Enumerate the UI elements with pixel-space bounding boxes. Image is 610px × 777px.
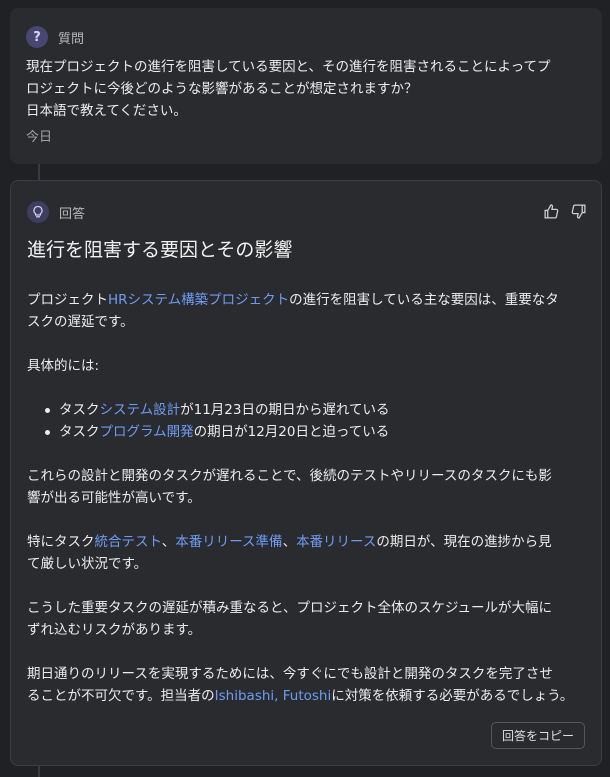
- paragraph-3: これらの設計と開発のタスクが遅れることで、後続のテストやリリースのタスクにも影 …: [27, 465, 587, 509]
- lightbulb-icon: [27, 201, 49, 223]
- task-link-release-prep[interactable]: 本番リリース準備: [175, 534, 282, 550]
- question-line-1: 現在プロジェクトの進行を阻害している要因と、その進行を阻害されることによってプ: [26, 59, 551, 75]
- text: スクの遅延です。: [27, 314, 134, 330]
- text: ることが不可欠です。担当者の: [27, 688, 215, 704]
- text: ずれ込むリスクがあります。: [27, 622, 202, 638]
- question-icon: ?: [26, 26, 48, 48]
- question-line-2: ロジェクトに今後どのような影響があることが想定されますか？: [26, 81, 418, 97]
- question-label: 質問: [58, 31, 85, 47]
- task-link-program-dev[interactable]: プログラム開発: [100, 424, 194, 440]
- question-card: ? 質問 現在プロジェクトの進行を阻害している要因と、その進行を阻害されることに…: [10, 8, 602, 164]
- list-item: タスクプログラム開発の期日が12月20日と迫っている: [27, 421, 587, 443]
- paragraph-5: こうした重要タスクの遅延が積み重なると、プロジェクト全体のスケジュールが大幅に …: [27, 597, 587, 641]
- text: タスク: [59, 424, 100, 440]
- task-link-release[interactable]: 本番リリース: [296, 534, 376, 550]
- feedback-buttons: [543, 203, 587, 220]
- project-link[interactable]: HRシステム構築プロジェクト: [108, 292, 289, 308]
- text: の進行を阻害している主な要因は、重要なタ: [289, 292, 559, 308]
- task-link-integration-test[interactable]: 統合テスト: [95, 534, 162, 550]
- text: 期日通りのリリースを実現するためには、今すぐにでも設計と開発のタスクを完了させ: [27, 666, 553, 682]
- assignee-link[interactable]: Ishibashi, Futoshi: [215, 688, 332, 704]
- text: 、: [282, 534, 297, 550]
- text: の期日が12月20日と迫っている: [193, 424, 390, 440]
- text: こうした重要タスクの遅延が積み重なると、プロジェクト全体のスケジュールが大幅に: [27, 600, 553, 616]
- text: プロジェクト: [27, 292, 108, 308]
- paragraph-4: 特にタスク統合テスト、本番リリース準備、本番リリースの期日が、現在の進捗から見 …: [27, 531, 587, 575]
- text: 、: [161, 534, 176, 550]
- question-line-3: 日本語で教えてください。: [26, 103, 187, 119]
- question-text: 現在プロジェクトの進行を阻害している要因と、その進行を阻害されることによってプ …: [26, 56, 591, 122]
- question-header: ? 質問: [26, 26, 84, 48]
- answer-content: プロジェクトHRシステム構築プロジェクトの進行を阻害している主な要因は、重要なタ…: [27, 289, 587, 729]
- answer-card: 回答 進行を阻害する要因とその影響 プロジェクトHRシステム構築プロジェクトの進…: [10, 180, 602, 766]
- paragraph-1: プロジェクトHRシステム構築プロジェクトの進行を阻害している主な要因は、重要なタ…: [27, 289, 587, 333]
- text: 響が出る可能性が高いです。: [27, 490, 201, 506]
- copy-answer-button[interactable]: 回答をコピー: [490, 722, 585, 749]
- text: て厳しい状況です。: [27, 556, 148, 572]
- answer-label: 回答: [59, 206, 86, 222]
- text: これらの設計と開発のタスクが遅れることで、後続のテストやリリースのタスクにも影: [27, 468, 552, 484]
- paragraph-6: 期日通りのリリースを実現するためには、今すぐにでも設計と開発のタスクを完了させ …: [27, 663, 587, 707]
- thumbs-down-icon[interactable]: [570, 203, 587, 220]
- text: 特にタスク: [27, 534, 95, 550]
- list-item: タスクシステム設計が11月23日の期日から遅れている: [27, 399, 587, 421]
- task-link-system-design[interactable]: システム設計: [100, 402, 181, 418]
- answer-header: 回答: [27, 201, 85, 223]
- text: が11月23日の期日から遅れている: [180, 402, 390, 418]
- text: に対策を依頼する必要があるでしょう。: [331, 688, 574, 704]
- task-list: タスクシステム設計が11月23日の期日から遅れている タスクプログラム開発の期日…: [27, 399, 587, 443]
- text: タスク: [59, 402, 100, 418]
- thumbs-up-icon[interactable]: [543, 203, 560, 220]
- text: の期日が、現在の進捗から見: [376, 534, 552, 550]
- question-date: 今日: [26, 130, 53, 145]
- paragraph-2: 具体的には:: [27, 358, 100, 374]
- answer-title: 進行を阻害する要因とその影響: [27, 239, 293, 261]
